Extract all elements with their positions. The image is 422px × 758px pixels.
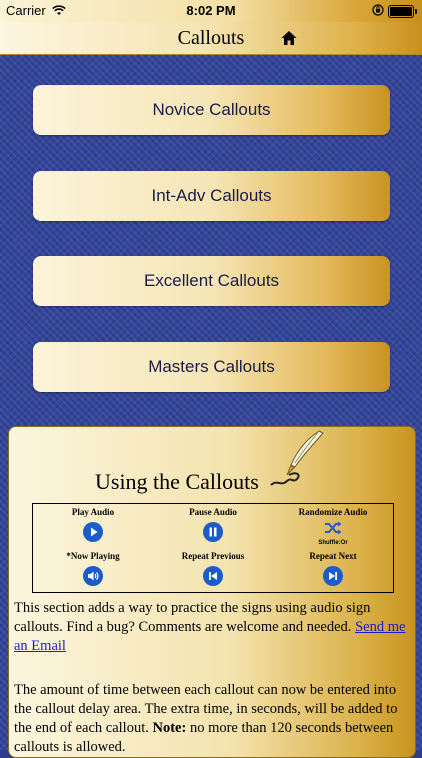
skip-next-icon[interactable] xyxy=(323,566,343,586)
home-icon[interactable] xyxy=(280,29,298,47)
repeat-next-label: Repeat Next xyxy=(309,551,357,561)
info-title: Using the Callouts xyxy=(95,469,259,494)
quill-pen-icon xyxy=(267,429,327,491)
now-playing-label: *Now Playing xyxy=(66,551,120,561)
intro-text: This section adds a way to practice the … xyxy=(14,600,371,635)
clock: 8:02 PM xyxy=(186,3,236,18)
info-panel: Using the Callouts Play Audio Pause Audi… xyxy=(8,426,416,758)
speaker-icon[interactable] xyxy=(83,566,103,586)
intro-paragraph: This section adds a way to practice the … xyxy=(14,599,410,656)
shuffle-label: Shuffle:Or xyxy=(318,540,348,546)
page-title: Callouts xyxy=(177,27,245,49)
delay-paragraph: The amount of time between each callout … xyxy=(14,681,410,757)
shuffle-button[interactable]: Shuffle:Or xyxy=(273,521,393,546)
shuffle-icon xyxy=(273,521,393,540)
audio-controls: Play Audio Pause Audio Randomize Audio S… xyxy=(32,503,394,593)
randomize-audio-label: Randomize Audio xyxy=(298,507,368,517)
status-bar: Carrier 8:02 PM xyxy=(0,0,422,22)
repeat-previous-label: Repeat Previous xyxy=(181,551,245,561)
int-adv-callouts-button[interactable]: Int-Adv Callouts xyxy=(33,171,390,221)
play-icon[interactable] xyxy=(83,522,103,542)
note-label: Note: xyxy=(152,720,187,736)
play-audio-label: Play Audio xyxy=(71,507,115,517)
nav-bar: Callouts xyxy=(0,22,422,55)
battery-icon xyxy=(388,5,417,18)
pause-icon[interactable] xyxy=(203,522,223,542)
pause-audio-label: Pause Audio xyxy=(189,507,237,517)
masters-callouts-button[interactable]: Masters Callouts xyxy=(33,342,390,392)
rotation-lock-icon xyxy=(372,4,384,19)
skip-previous-icon[interactable] xyxy=(203,566,223,586)
excellent-callouts-button[interactable]: Excellent Callouts xyxy=(33,256,390,306)
novice-callouts-button[interactable]: Novice Callouts xyxy=(33,85,390,135)
